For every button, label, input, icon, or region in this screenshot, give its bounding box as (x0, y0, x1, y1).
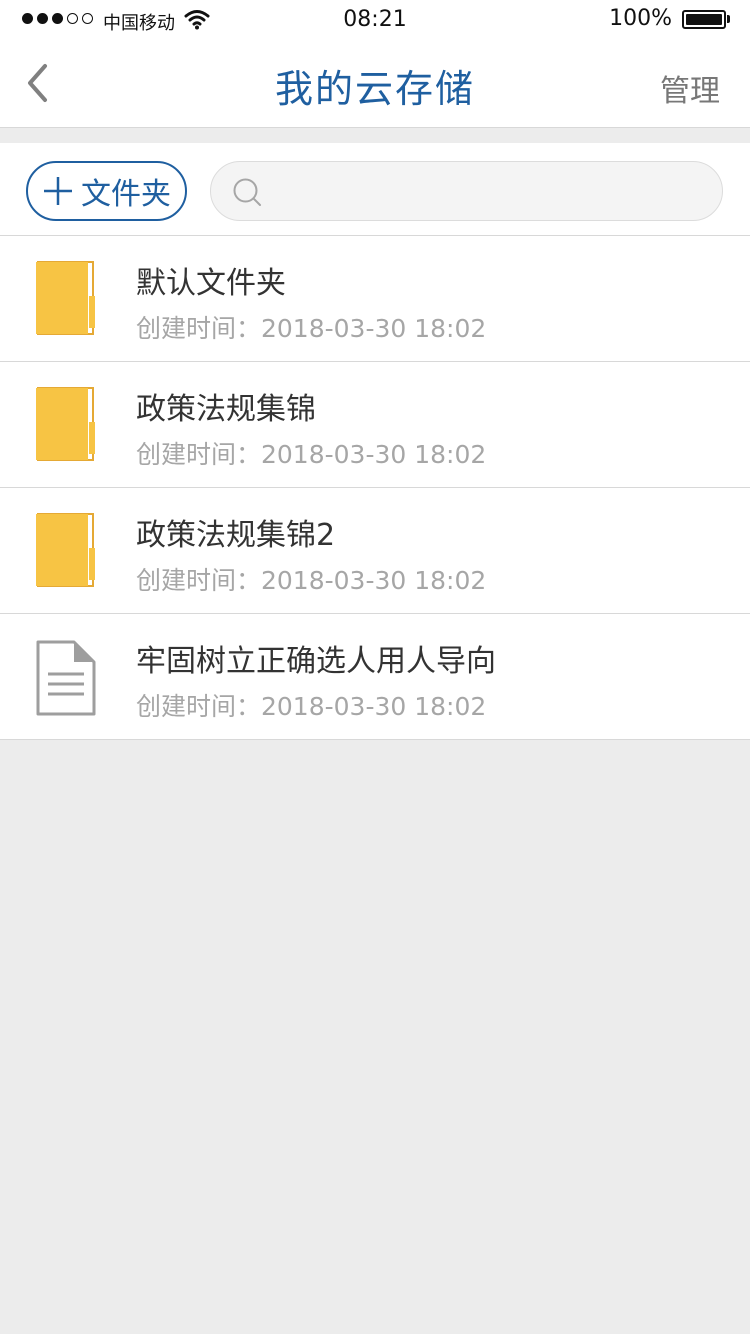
folder-icon (36, 387, 95, 461)
status-bar: 中国移动 08:21 100% (0, 0, 750, 40)
list-item-folder[interactable]: 政策法规集锦 创建时间：2018-03-30 18:02 (0, 362, 750, 488)
item-created-time: 创建时间：2018-03-30 18:02 (136, 440, 487, 469)
search-input[interactable] (275, 172, 705, 212)
item-created-time: 创建时间：2018-03-30 18:02 (136, 566, 487, 595)
item-created-time: 创建时间：2018-03-30 18:02 (136, 314, 487, 343)
battery-icon (682, 10, 726, 29)
add-folder-label: 文件夹 (81, 177, 171, 212)
list-item-folder[interactable]: 默认文件夹 创建时间：2018-03-30 18:02 (0, 236, 750, 362)
battery-tip (727, 15, 730, 23)
toolbar: 文件夹 (0, 143, 750, 236)
folder-icon (36, 513, 95, 587)
item-name: 牢固树立正确选人用人导向 (136, 644, 496, 679)
search-box[interactable] (210, 161, 723, 221)
item-created-time: 创建时间：2018-03-30 18:02 (136, 692, 487, 721)
folder-icon (36, 261, 95, 335)
list-item-folder[interactable]: 政策法规集锦2 创建时间：2018-03-30 18:02 (0, 488, 750, 614)
navigation-bar: 我的云存储 管理 (0, 40, 750, 128)
manage-button[interactable]: 管理 (660, 66, 720, 110)
battery-percentage: 100% (609, 6, 672, 31)
page-title: 我的云存储 (274, 67, 475, 111)
plus-icon (44, 177, 72, 205)
item-name: 政策法规集锦2 (136, 518, 336, 553)
file-list: 默认文件夹 创建时间：2018-03-30 18:02 政策法规集锦 创建时间：… (0, 236, 750, 740)
document-icon (36, 640, 96, 716)
add-folder-button[interactable]: 文件夹 (26, 161, 187, 221)
item-name: 默认文件夹 (136, 266, 286, 301)
search-icon (233, 178, 261, 206)
item-name: 政策法规集锦 (136, 392, 316, 427)
list-item-document[interactable]: 牢固树立正确选人用人导向 创建时间：2018-03-30 18:02 (0, 614, 750, 740)
